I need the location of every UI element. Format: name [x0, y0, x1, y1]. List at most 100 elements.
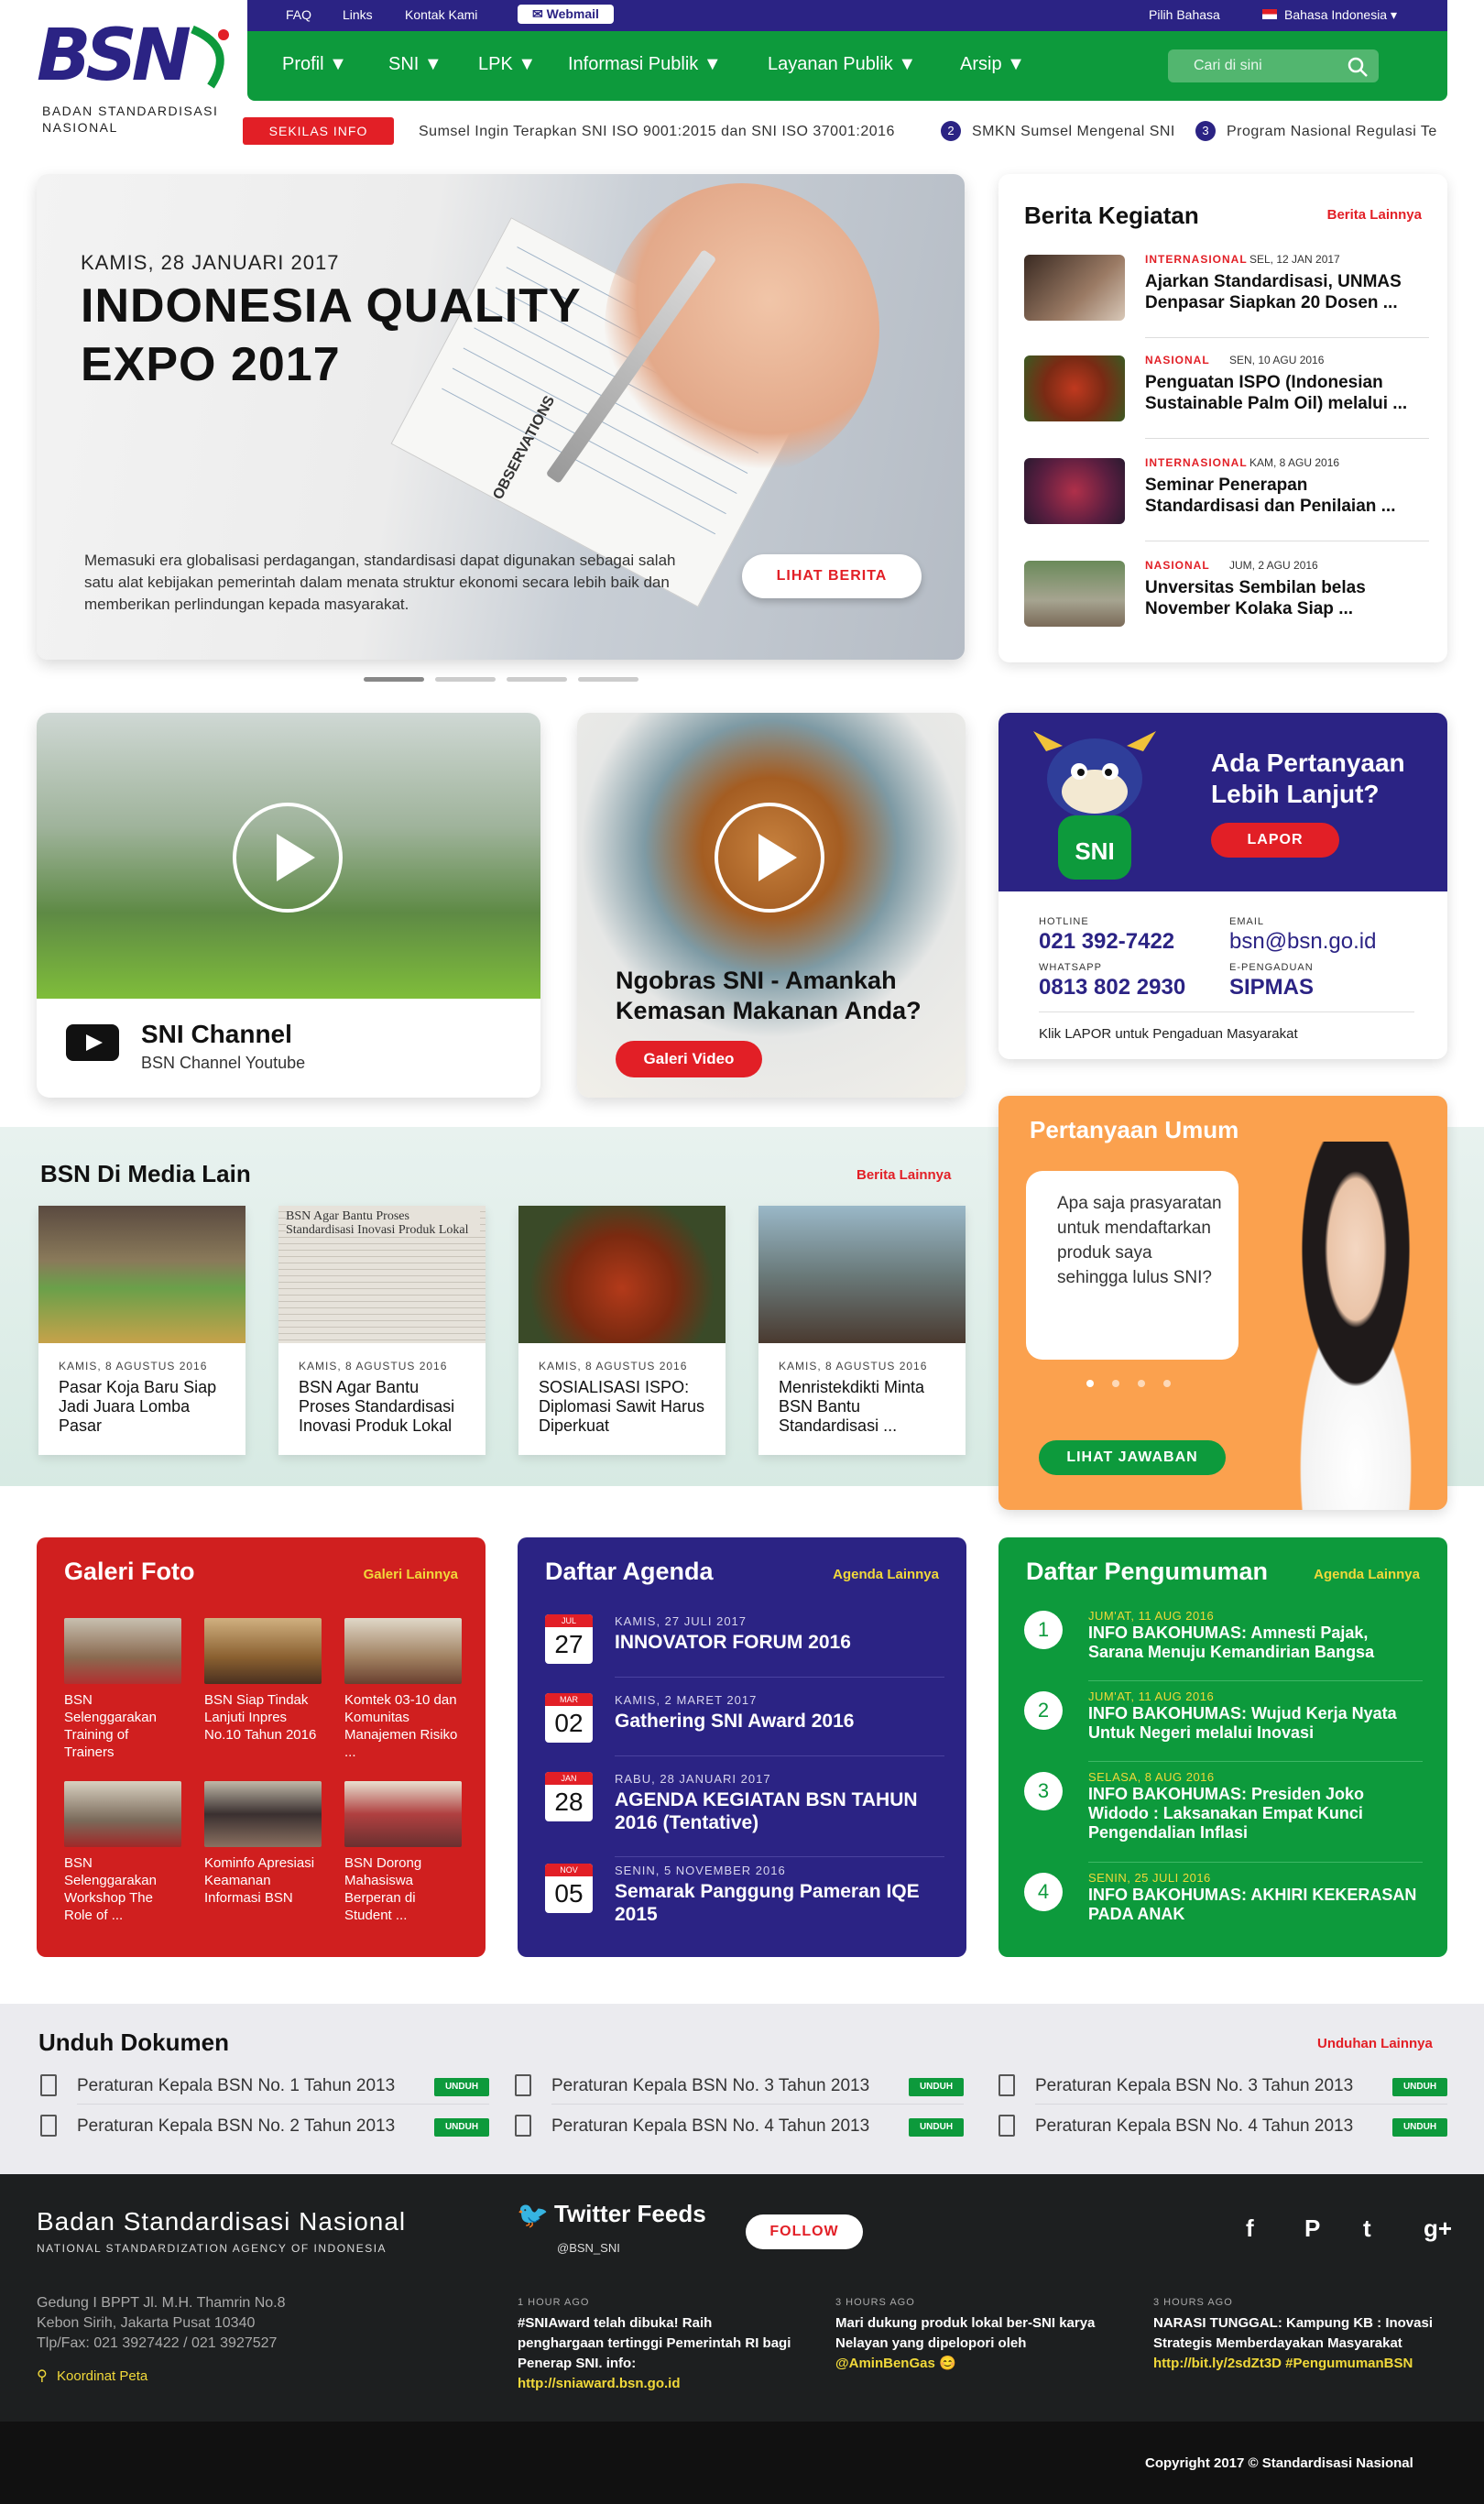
agenda-title-text[interactable]: Semarak Panggung Pameran IQE 2015: [615, 1880, 944, 1926]
document-item[interactable]: Peraturan Kepala BSN No. 3 Tahun 2013 UN…: [515, 2072, 973, 2105]
document-name[interactable]: Peraturan Kepala BSN No. 2 Tahun 2013: [77, 2116, 395, 2137]
ticker-item[interactable]: Program Nasional Regulasi Te: [1227, 124, 1452, 140]
media-card[interactable]: KAMIS, 8 AGUSTUS 2016 SOSIALISASI ISPO: …: [518, 1206, 726, 1455]
agenda-title-text[interactable]: Gathering SNI Award 2016: [615, 1710, 944, 1733]
galeri-video-button[interactable]: Galeri Video: [616, 1041, 762, 1077]
media-card-title[interactable]: Menristekdikti Minta BSN Bantu Standardi…: [779, 1378, 953, 1436]
video-card[interactable]: Ngobras SNI - Amankah Kemasan Makanan An…: [577, 713, 966, 1098]
gallery-item[interactable]: Kominfo Apresiasi Keamanan Informasi BSN: [204, 1781, 322, 1907]
galeri-more-link[interactable]: Galeri Lainnya: [364, 1567, 458, 1582]
unduh-button[interactable]: UNDUH: [909, 2078, 964, 2096]
e-pengaduan-value[interactable]: SIPMAS: [1229, 975, 1314, 1001]
slider-dot-active[interactable]: [364, 677, 424, 682]
gallery-item[interactable]: BSN Selenggarakan Workshop The Role of .…: [64, 1781, 181, 1924]
unduh-more-link[interactable]: Unduhan Lainnya: [1317, 2036, 1433, 2051]
hotline-value[interactable]: 021 392-7422: [1039, 929, 1174, 955]
berita-more-link[interactable]: Berita Lainnya: [1327, 207, 1422, 223]
media-card[interactable]: KAMIS, 8 AGUSTUS 2016 Menristekdikti Min…: [758, 1206, 966, 1455]
slider-dot[interactable]: [435, 677, 496, 682]
document-name[interactable]: Peraturan Kepala BSN No. 3 Tahun 2013: [1035, 2076, 1353, 2096]
follow-button[interactable]: FOLLOW: [746, 2214, 863, 2249]
search-input[interactable]: Cari di sini: [1168, 49, 1379, 82]
bsn-logo[interactable]: BSN BADAN STANDARDISASI NASIONAL: [37, 15, 229, 143]
hero-slider[interactable]: OBSERVATIONS KAMIS, 28 JANUARI 2017 INDO…: [37, 174, 965, 660]
tweet-item[interactable]: 3 HOURS AGO NARASI TUNGGAL: Kampung KB :…: [1153, 2297, 1437, 2374]
news-title[interactable]: Seminar Penerapan Standardisasi dan Peni…: [1145, 475, 1420, 517]
news-title[interactable]: Ajarkan Standardisasi, UNMAS Denpasar Si…: [1145, 271, 1420, 313]
document-item[interactable]: Peraturan Kepala BSN No. 1 Tahun 2013 UN…: [40, 2072, 498, 2105]
gallery-item[interactable]: BSN Selenggarakan Training of Trainers: [64, 1618, 181, 1761]
play-icon[interactable]: [715, 803, 824, 913]
announcement-title[interactable]: INFO BAKOHUMAS: Presiden Joko Widodo : L…: [1088, 1785, 1418, 1842]
news-item[interactable]: INTERNASIONAL SEL, 12 JAN 2017 Ajarkan S…: [1024, 253, 1429, 344]
nav-layanan-publik[interactable]: Layanan Publik ▼: [768, 54, 916, 75]
unduh-button[interactable]: UNDUH: [434, 2078, 489, 2096]
document-item[interactable]: Peraturan Kepala BSN No. 4 Tahun 2013 UN…: [515, 2113, 973, 2140]
document-name[interactable]: Peraturan Kepala BSN No. 4 Tahun 2013: [551, 2116, 869, 2137]
slider-dot[interactable]: [507, 677, 567, 682]
lihat-jawaban-button[interactable]: LIHAT JAWABAN: [1039, 1440, 1226, 1475]
facebook-icon[interactable]: f: [1246, 2214, 1254, 2243]
faq-dot[interactable]: [1138, 1380, 1145, 1387]
kontak-link[interactable]: Kontak Kami: [405, 7, 477, 22]
agenda-title-text[interactable]: INNOVATOR FORUM 2016: [615, 1631, 944, 1654]
webmail-button[interactable]: ✉ Webmail: [518, 5, 614, 24]
tweet-item[interactable]: 1 HOUR AGO #SNIAward telah dibuka! Raih …: [518, 2297, 802, 2394]
document-name[interactable]: Peraturan Kepala BSN No. 4 Tahun 2013: [1035, 2116, 1353, 2137]
google-plus-icon[interactable]: g+: [1424, 2214, 1452, 2243]
media-card[interactable]: BSN Agar Bantu Proses Standardisasi Inov…: [278, 1206, 486, 1455]
announcement-title[interactable]: INFO BAKOHUMAS: AKHIRI KEKERASAN PADA AN…: [1088, 1886, 1418, 1924]
document-item[interactable]: Peraturan Kepala BSN No. 4 Tahun 2013 UN…: [998, 2113, 1457, 2140]
media-card-title[interactable]: SOSIALISASI ISPO: Diplomasi Sawit Harus …: [539, 1378, 713, 1436]
unduh-button[interactable]: UNDUH: [1392, 2118, 1447, 2137]
news-item[interactable]: NASIONAL JUM, 2 AGU 2016 Unversitas Semb…: [1024, 559, 1427, 651]
gallery-item[interactable]: BSN Siap Tindak Lanjuti Inpres No.10 Tah…: [204, 1618, 322, 1744]
lapor-button[interactable]: LAPOR: [1211, 823, 1339, 858]
news-title[interactable]: Unversitas Sembilan belas November Kolak…: [1145, 577, 1420, 619]
announcement-title[interactable]: INFO BAKOHUMAS: Amnesti Pajak, Sarana Me…: [1088, 1624, 1418, 1662]
faq-link[interactable]: FAQ: [286, 7, 311, 22]
media-more-link[interactable]: Berita Lainnya: [857, 1167, 951, 1183]
faq-dot[interactable]: [1086, 1380, 1094, 1387]
gallery-item[interactable]: BSN Dorong Mahasiswa Berperan di Student…: [344, 1781, 462, 1924]
pinterest-icon[interactable]: P: [1304, 2214, 1320, 2243]
ticker-item[interactable]: SMKN Sumsel Mengenal SNI: [972, 124, 1175, 140]
nav-profil[interactable]: Profil ▼: [282, 54, 347, 75]
news-item[interactable]: NASIONAL SEN, 10 AGU 2016 Penguatan ISPO…: [1024, 354, 1429, 445]
news-title[interactable]: Penguatan ISPO (Indonesian Sustainable P…: [1145, 372, 1420, 414]
whatsapp-value[interactable]: 0813 802 2930: [1039, 975, 1185, 1001]
agenda-title-text[interactable]: AGENDA KEGIATAN BSN TAHUN 2016 (Tentativ…: [615, 1788, 944, 1834]
search-icon[interactable]: [1348, 57, 1368, 77]
media-card[interactable]: KAMIS, 8 AGUSTUS 2016 Pasar Koja Baru Si…: [38, 1206, 246, 1455]
pengumuman-more-link[interactable]: Agenda Lainnya: [1314, 1567, 1420, 1582]
email-value[interactable]: bsn@bsn.go.id: [1229, 929, 1376, 955]
twitter-social-icon[interactable]: t: [1363, 2214, 1371, 2243]
nav-informasi-publik[interactable]: Informasi Publik ▼: [568, 54, 722, 75]
koordinat-peta-link[interactable]: Koordinat Peta: [57, 2368, 147, 2384]
agenda-more-link[interactable]: Agenda Lainnya: [833, 1567, 939, 1582]
unduh-button[interactable]: UNDUH: [1392, 2078, 1447, 2096]
gallery-item[interactable]: Komtek 03-10 dan Komunitas Manajemen Ris…: [344, 1618, 462, 1761]
news-item[interactable]: INTERNASIONAL KAM, 8 AGU 2016 Seminar Pe…: [1024, 456, 1429, 548]
tweet-link[interactable]: http://bit.ly/2sdZt3D #PengumumanBSN: [1153, 2356, 1413, 2371]
language-select[interactable]: Bahasa Indonesia ▾: [1284, 7, 1397, 23]
document-item[interactable]: Peraturan Kepala BSN No. 3 Tahun 2013 UN…: [998, 2072, 1457, 2105]
tweet-item[interactable]: 3 HOURS AGO Mari dukung produk lokal ber…: [835, 2297, 1119, 2374]
nav-lpk[interactable]: LPK ▼: [478, 54, 536, 75]
sni-channel-card[interactable]: SNI Channel BSN Channel Youtube: [37, 713, 540, 1098]
tweet-link[interactable]: http://sniaward.bsn.go.id: [518, 2376, 681, 2391]
document-item[interactable]: Peraturan Kepala BSN No. 2 Tahun 2013 UN…: [40, 2113, 498, 2140]
unduh-button[interactable]: UNDUH: [909, 2118, 964, 2137]
faq-dot[interactable]: [1112, 1380, 1119, 1387]
nav-arsip[interactable]: Arsip ▼: [960, 54, 1025, 75]
ticker-item[interactable]: Sumsel Ingin Terapkan SNI ISO 9001:2015 …: [419, 124, 895, 140]
tweet-link[interactable]: @AminBenGas 😊: [835, 2356, 956, 2371]
faq-dot[interactable]: [1163, 1380, 1171, 1387]
media-card-title[interactable]: Pasar Koja Baru Siap Jadi Juara Lomba Pa…: [59, 1378, 233, 1436]
slider-dot[interactable]: [578, 677, 638, 682]
unduh-button[interactable]: UNDUH: [434, 2118, 489, 2137]
links-link[interactable]: Links: [343, 7, 373, 22]
media-card-title[interactable]: BSN Agar Bantu Proses Standardisasi Inov…: [299, 1378, 473, 1436]
twitter-handle[interactable]: @BSN_SNI: [557, 2241, 620, 2255]
lihat-berita-button[interactable]: LIHAT BERITA: [742, 554, 922, 598]
